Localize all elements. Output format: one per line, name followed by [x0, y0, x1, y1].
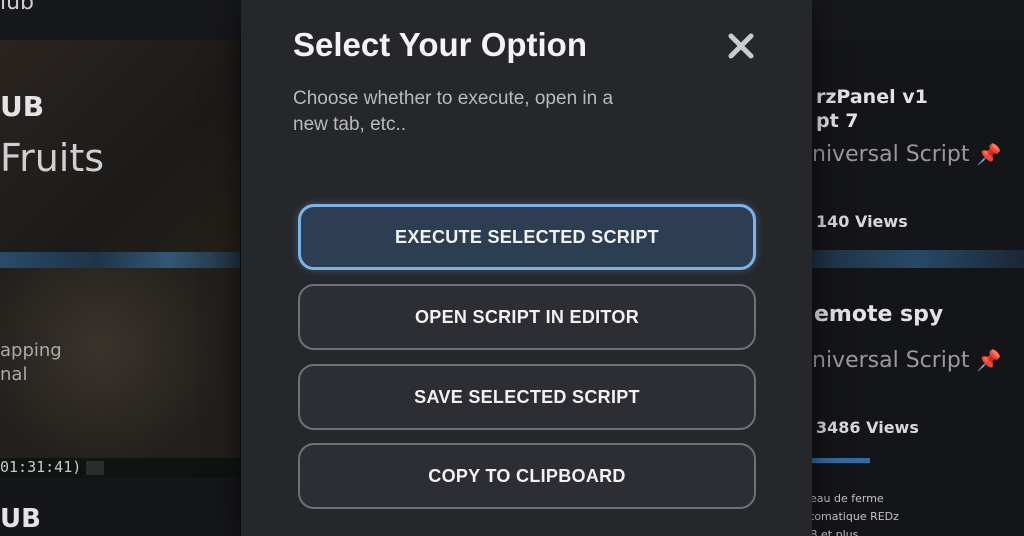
card-views: 140 Views — [816, 212, 908, 231]
background-script-card-left-2[interactable]: apping nal — [0, 268, 240, 458]
save-script-button[interactable]: SAVE SELECTED SCRIPT — [298, 364, 756, 430]
card-heading: UB — [0, 90, 45, 123]
background-script-card-left-3[interactable]: UB — [0, 478, 240, 536]
app-stage: lub UB Fruits apping nal 01:31:41) UB rz… — [0, 0, 1024, 536]
card-description-line: tomatique REDz — [810, 510, 899, 523]
script-type-label: niversal Script — [812, 348, 970, 373]
card-views: 3486 Views — [816, 418, 919, 437]
card-title[interactable]: rzPanel v1 — [816, 86, 928, 108]
open-in-editor-button[interactable]: OPEN SCRIPT IN EDITOR — [298, 284, 756, 350]
card-title[interactable]: pt 7 — [816, 110, 859, 132]
card-heading: UB — [0, 504, 41, 534]
timestamp-bar — [86, 461, 104, 475]
card-thumbnail-strip — [0, 252, 240, 268]
copy-to-clipboard-button[interactable]: COPY TO CLIPBOARD — [298, 443, 756, 509]
card-title[interactable]: emote spy — [814, 302, 943, 327]
modal-title: Select Your Option — [293, 26, 587, 63]
card-description-line: B et plus — [810, 528, 859, 536]
card-text-line: apping — [0, 340, 62, 361]
card-text-line: nal — [0, 364, 28, 385]
pin-icon: 📌 — [976, 142, 1002, 166]
background-script-card-left-1[interactable]: UB Fruits — [0, 40, 240, 268]
script-type-label: niversal Script — [812, 142, 970, 167]
close-icon — [728, 33, 754, 59]
select-option-modal: Select Your Option Choose whether to exe… — [241, 0, 812, 536]
card-script-type: niversal Script 📌 — [812, 142, 1001, 167]
modal-description: Choose whether to execute, open in a new… — [293, 88, 614, 135]
card-game-name: Fruits — [0, 136, 105, 180]
app-title: lub — [0, 0, 35, 15]
execute-script-button[interactable]: EXECUTE SELECTED SCRIPT — [298, 204, 756, 270]
pin-icon: 📌 — [976, 348, 1002, 372]
timestamp-row: 01:31:41) — [0, 458, 240, 478]
close-button[interactable] — [721, 26, 761, 66]
card-script-type: niversal Script 📌 — [812, 348, 1001, 373]
card-description-line: eau de ferme — [810, 492, 884, 505]
card-thumbnail-strip — [810, 250, 1024, 268]
background-right-column: rzPanel v1 pt 7 niversal Script 📌 140 Vi… — [810, 40, 1024, 536]
timestamp-text: 01:31:41) — [0, 458, 82, 476]
card-progress-bar — [810, 458, 870, 463]
